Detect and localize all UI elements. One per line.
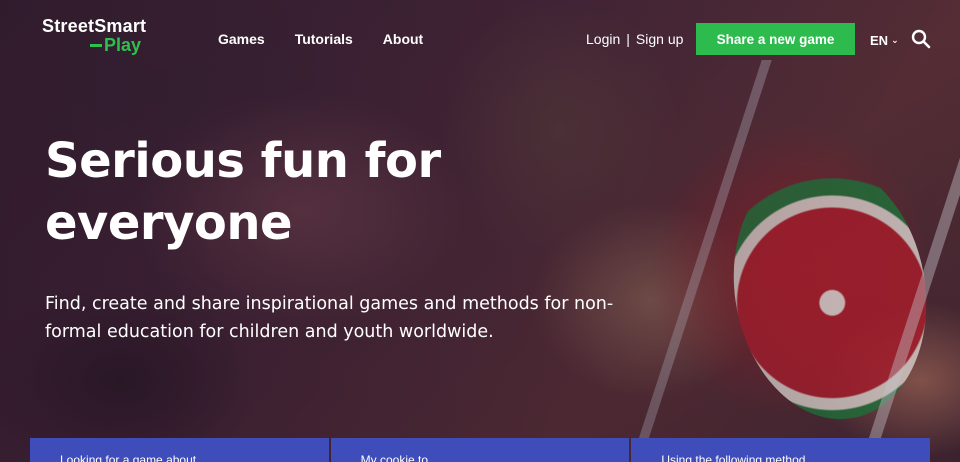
search-cards: Looking for a game about… My cookie to… … <box>30 438 931 462</box>
logo-line-2: Play <box>89 35 146 56</box>
nav-tutorials[interactable]: Tutorials <box>295 31 353 47</box>
card-label: My cookie to… <box>360 453 441 462</box>
login-link[interactable]: Login <box>586 31 620 47</box>
language-label: EN <box>870 33 889 48</box>
logo[interactable]: StreetSmart Play <box>42 16 146 56</box>
language-selector[interactable]: EN ⌄ <box>870 33 899 48</box>
share-new-game-button[interactable]: Share a new game <box>696 23 855 55</box>
game-frame-graphic <box>638 60 960 440</box>
auth-links: Login | Sign up <box>586 31 683 47</box>
nav-about[interactable]: About <box>383 31 423 47</box>
card-label: Using the following method… <box>661 453 818 462</box>
signup-link[interactable]: Sign up <box>636 31 683 47</box>
nav-games[interactable]: Games <box>218 31 265 47</box>
card-game-topic[interactable]: Looking for a game about… <box>30 438 329 462</box>
game-wheel-graphic <box>713 145 947 435</box>
logo-line-1: StreetSmart <box>42 16 147 36</box>
auth-separator: | <box>626 31 630 47</box>
card-label: Looking for a game about… <box>60 453 209 462</box>
card-cookie[interactable]: My cookie to… <box>330 438 630 462</box>
main-nav: Games Tutorials About <box>218 31 423 47</box>
chevron-down-icon: ⌄ <box>891 35 899 45</box>
search-icon[interactable] <box>911 29 931 49</box>
site-header: StreetSmart Play Games Tutorials About L… <box>0 0 960 78</box>
hero-subtitle: Find, create and share inspirational gam… <box>45 294 614 342</box>
hero-title: Serious fun for everyone <box>45 133 441 251</box>
card-method[interactable]: Using the following method… <box>631 438 931 462</box>
